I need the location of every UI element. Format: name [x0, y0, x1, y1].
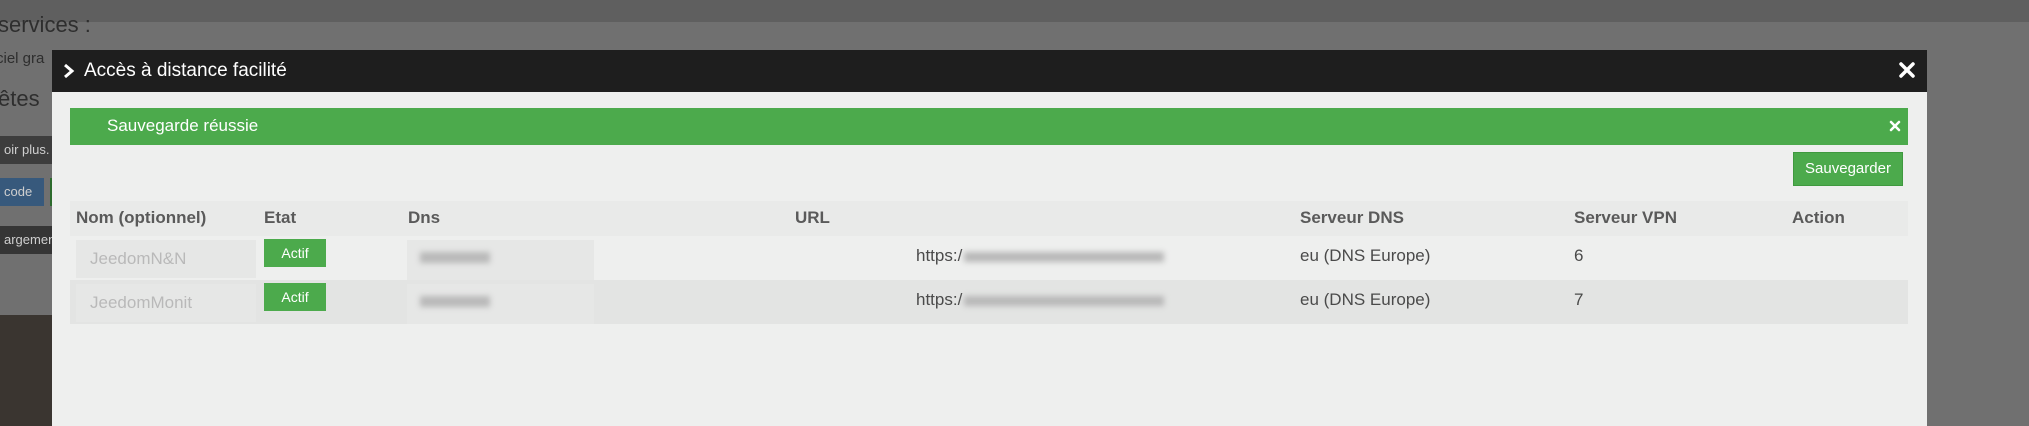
column-action: Action	[1792, 208, 1845, 227]
state-toggle-button[interactable]: Actif	[264, 239, 326, 267]
background-button-download: argemen	[0, 226, 55, 254]
column-dns-server: Serveur DNS	[1300, 208, 1404, 227]
table-row: Actif https:/ eu (DNS Europe) 6	[70, 236, 1908, 280]
column-url: URL	[795, 208, 830, 227]
dns-value-redacted	[420, 252, 490, 263]
remote-access-modal: Accès à distance facilité Sauvegarde réu…	[52, 50, 1927, 426]
url-prefix: https:/	[916, 246, 963, 265]
column-vpn-server: Serveur VPN	[1574, 208, 1677, 227]
background-button-more: oir plus.	[0, 136, 54, 164]
background-topbar	[0, 0, 2029, 22]
background-heading: services :	[0, 12, 91, 37]
url-prefix: https:/	[916, 290, 963, 309]
background-text: ciel gra	[0, 50, 45, 67]
vpn-server-value: 7	[1574, 290, 1584, 309]
vpn-server-value: 6	[1574, 246, 1584, 265]
dns-server-value: eu (DNS Europe)	[1300, 246, 1431, 265]
column-state: Etat	[264, 208, 297, 227]
save-button[interactable]: Sauvegarder	[1793, 152, 1903, 186]
table-header: Nom (optionnel) Etat Dns URL Serveur DNS…	[70, 201, 1908, 236]
name-input[interactable]	[76, 240, 256, 278]
chevron-right-icon	[64, 63, 75, 79]
alert-message: Sauvegarde réussie	[107, 116, 259, 135]
success-alert: Sauvegarde réussie	[70, 108, 1908, 145]
column-name: Nom (optionnel)	[76, 208, 207, 227]
background-button-code: code	[0, 178, 44, 206]
name-input[interactable]	[76, 284, 256, 322]
url-value-redacted	[964, 252, 1164, 262]
state-toggle-button[interactable]: Actif	[264, 283, 326, 311]
modal-header: Accès à distance facilité	[52, 50, 1927, 92]
dns-server-value: eu (DNS Europe)	[1300, 290, 1431, 309]
background-heading-2: êtes	[0, 86, 40, 111]
close-icon[interactable]	[1897, 60, 1917, 80]
access-table: Nom (optionnel) Etat Dns URL Serveur DNS…	[70, 201, 1908, 324]
dns-value-redacted	[420, 296, 490, 307]
alert-close-icon[interactable]	[1889, 120, 1901, 132]
column-dns: Dns	[408, 208, 441, 227]
modal-title: Accès à distance facilité	[84, 60, 287, 81]
background-image	[0, 315, 52, 426]
table-row: Actif https:/ eu (DNS Europe) 7	[70, 280, 1908, 324]
url-value-redacted	[964, 296, 1164, 306]
